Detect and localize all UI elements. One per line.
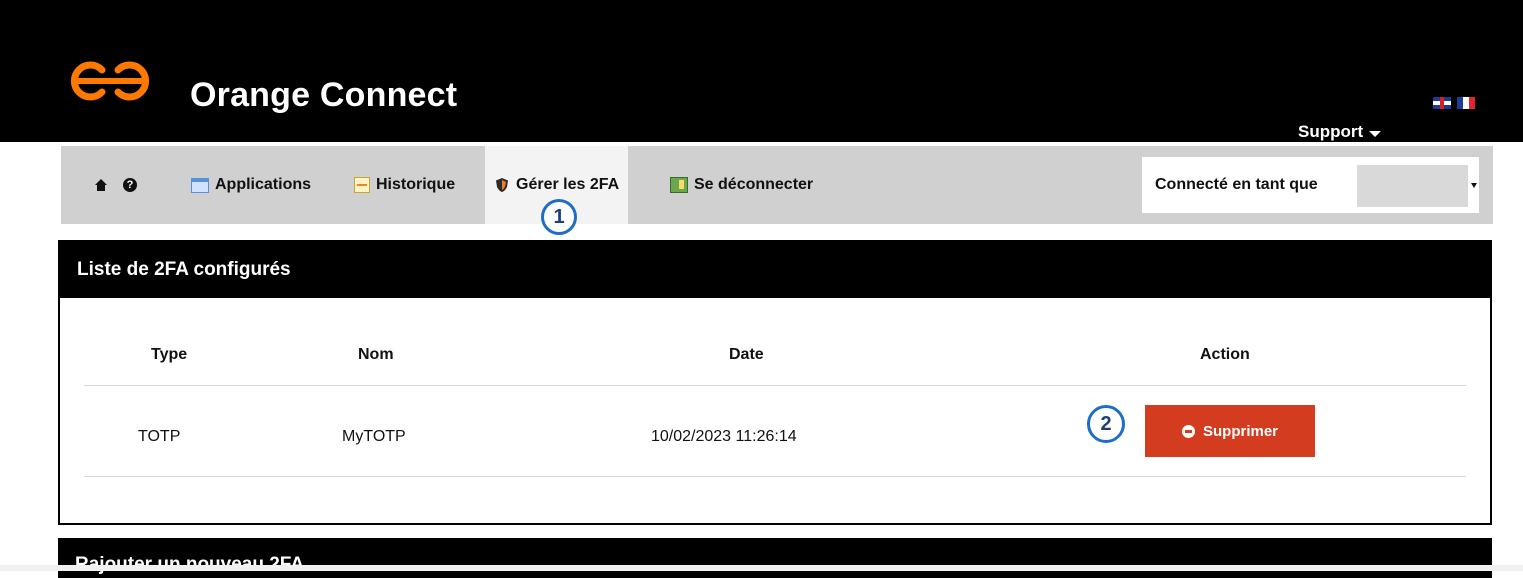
- nav-history[interactable]: Historique: [354, 146, 455, 224]
- panel-title: Liste de 2FA configurés: [60, 242, 1490, 298]
- nav-home[interactable]: [95, 146, 107, 224]
- nav-applications[interactable]: Applications: [191, 146, 311, 224]
- nav-manage-2fa-label: Gérer les 2FA: [516, 176, 620, 193]
- row-name-cell: MyTOTP: [342, 428, 406, 445]
- applications-icon: [191, 177, 209, 193]
- help-icon: ?: [123, 178, 137, 192]
- caret-down-icon: [1471, 183, 1477, 188]
- column-header-date: Date: [729, 346, 764, 363]
- support-menu[interactable]: Support: [1298, 122, 1382, 142]
- uk-flag-icon[interactable]: [1433, 97, 1451, 109]
- table-divider: [84, 476, 1466, 477]
- page-fold: [0, 565, 1523, 571]
- shield-icon: [496, 178, 508, 192]
- minus-circle-icon: [1181, 424, 1195, 438]
- callout-badge-2: 2: [1087, 405, 1125, 443]
- user-menu[interactable]: Connecté en tant que: [1142, 157, 1479, 213]
- language-switcher: [1433, 97, 1475, 109]
- column-header-name: Nom: [358, 346, 394, 363]
- app-header: Orange Connect Support: [0, 0, 1523, 142]
- caret-down-icon: [1369, 130, 1382, 137]
- brand-title: Orange Connect: [190, 76, 458, 114]
- support-label: Support: [1298, 122, 1364, 141]
- fr-flag-icon[interactable]: [1457, 97, 1475, 109]
- row-type-cell: TOTP: [138, 428, 181, 445]
- nav-applications-label: Applications: [215, 176, 312, 193]
- table-divider: [84, 385, 1466, 386]
- nav-logout-label: Se déconnecter: [694, 176, 814, 193]
- delete-button-label: Supprimer: [1202, 422, 1278, 440]
- nav-history-label: Historique: [376, 176, 456, 193]
- row-date-cell: 10/02/2023 11:26:14: [651, 428, 797, 445]
- nav-help[interactable]: ?: [123, 146, 137, 224]
- nav-logout[interactable]: Se déconnecter: [670, 146, 813, 224]
- home-icon: [95, 179, 107, 191]
- redacted-username: [1357, 165, 1468, 207]
- add-2fa-panel: Rajouter un nouveau 2FA: [58, 538, 1492, 578]
- delete-2fa-button[interactable]: Supprimer: [1145, 405, 1315, 457]
- configured-2fa-panel: Liste de 2FA configurés Type Nom Date Ac…: [58, 240, 1492, 525]
- logout-icon: [670, 177, 688, 193]
- orange-connect-logo: [70, 61, 150, 101]
- column-header-action: Action: [1200, 346, 1250, 363]
- callout-badge-1: 1: [541, 199, 577, 235]
- user-label: Connecté en tant que: [1155, 176, 1318, 193]
- column-header-type: Type: [151, 346, 188, 363]
- history-icon: [354, 177, 370, 193]
